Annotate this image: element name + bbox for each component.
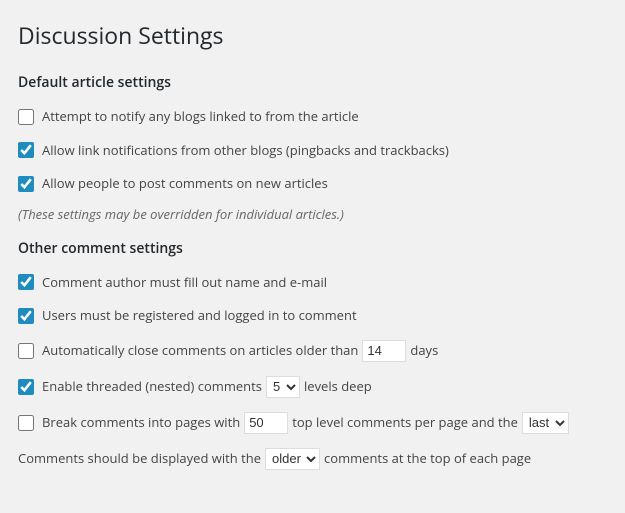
opt-threaded-label-before: Enable threaded (nested) comments (42, 377, 262, 397)
opt-order-label-a: Comments should be displayed with the (18, 449, 261, 469)
opt-auto-close-label-before: Automatically close comments on articles… (42, 341, 358, 361)
paginate-default-page-select[interactable]: last (522, 412, 569, 434)
opt-name-email-checkbox[interactable] (18, 274, 34, 290)
opt-auto-close-checkbox[interactable] (18, 343, 34, 359)
opt-paginate-label-b: top level comments per page and the (292, 413, 518, 433)
auto-close-days-input[interactable] (362, 340, 406, 362)
opt-allow-comments-row[interactable]: Allow people to post comments on new art… (18, 167, 607, 201)
paginate-per-page-input[interactable] (244, 412, 288, 434)
opt-order-label-b: comments at the top of each page (324, 449, 531, 469)
opt-paginate-checkbox[interactable] (18, 415, 34, 431)
opt-allow-comments-checkbox[interactable] (18, 176, 34, 192)
opt-name-email-label: Comment author must fill out name and e-… (42, 273, 327, 293)
opt-pingback-label: Allow link notifications from other blog… (42, 141, 449, 161)
opt-threaded-row[interactable]: Enable threaded (nested) comments 5 leve… (18, 369, 607, 405)
opt-notify-label: Attempt to notify any blogs linked to fr… (42, 107, 359, 127)
threaded-levels-select[interactable]: 5 (266, 376, 300, 398)
opt-auto-close-label-after: days (410, 341, 438, 361)
comment-order-select[interactable]: older (265, 448, 320, 470)
opt-allow-comments-label: Allow people to post comments on new art… (42, 174, 328, 194)
section-default-article-title: Default article settings (18, 73, 607, 92)
default-article-note: (These settings may be overridden for in… (18, 205, 607, 223)
opt-order-row: Comments should be displayed with the ol… (18, 441, 607, 477)
section-other-comment-title: Other comment settings (18, 239, 607, 258)
opt-registered-row[interactable]: Users must be registered and logged in t… (18, 299, 607, 333)
opt-pingback-row[interactable]: Allow link notifications from other blog… (18, 134, 607, 168)
other-comment-options: Comment author must fill out name and e-… (18, 266, 607, 477)
opt-name-email-row[interactable]: Comment author must fill out name and e-… (18, 266, 607, 300)
opt-auto-close-row[interactable]: Automatically close comments on articles… (18, 333, 607, 369)
default-article-options: Attempt to notify any blogs linked to fr… (18, 100, 607, 223)
opt-notify-row[interactable]: Attempt to notify any blogs linked to fr… (18, 100, 607, 134)
opt-registered-label: Users must be registered and logged in t… (42, 306, 357, 326)
opt-paginate-label-a: Break comments into pages with (42, 413, 240, 433)
opt-notify-checkbox[interactable] (18, 109, 34, 125)
opt-pingback-checkbox[interactable] (18, 142, 34, 158)
opt-threaded-checkbox[interactable] (18, 379, 34, 395)
opt-paginate-row[interactable]: Break comments into pages with top level… (18, 405, 607, 441)
opt-threaded-label-after: levels deep (304, 377, 372, 397)
page-title: Discussion Settings (18, 10, 607, 55)
opt-registered-checkbox[interactable] (18, 308, 34, 324)
